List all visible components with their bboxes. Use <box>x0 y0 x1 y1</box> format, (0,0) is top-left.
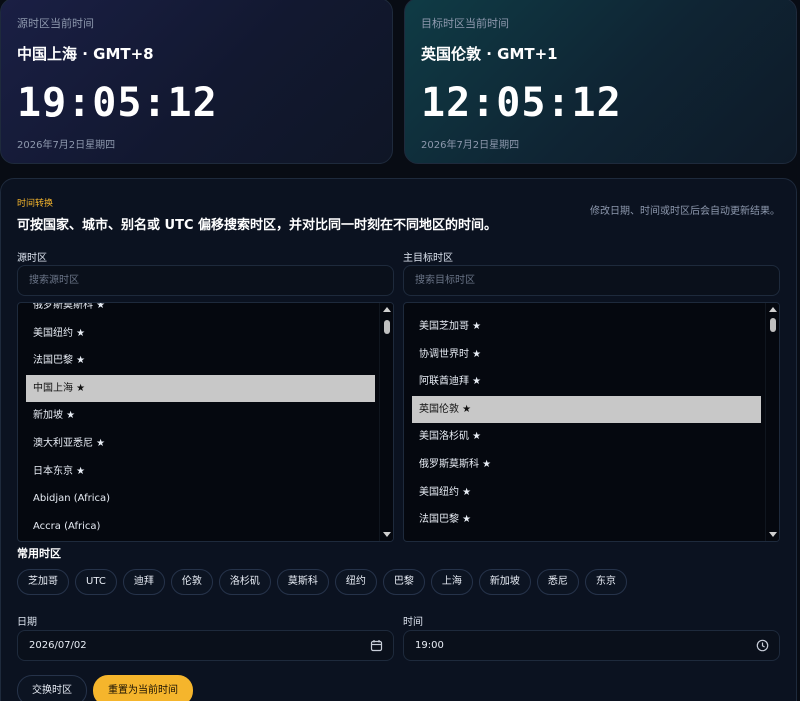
target-list-scrollbar[interactable] <box>765 303 779 541</box>
zone-option[interactable]: 日本东京 ★ <box>26 458 375 486</box>
zone-option[interactable]: 阿联酋迪拜 ★ <box>412 368 761 396</box>
zone-option[interactable]: Abidjan (Africa) <box>26 485 375 513</box>
zone-option[interactable]: 美国纽约 ★ <box>412 479 761 507</box>
zone-option[interactable]: Accra (Africa) <box>26 513 375 541</box>
target-zone-list[interactable]: 美国芝加哥 ★ 协调世界时 ★ 阿联酋迪拜 ★ 英国伦敦 ★ 美国洛杉矶 ★ 俄罗斯莫斯科… <box>403 302 780 542</box>
zone-option[interactable]: 俄罗斯莫斯科 ★ <box>26 303 375 320</box>
common-zones-chips: 芝加哥 UTC 迪拜 伦敦 洛杉矶 莫斯科 纽约 巴黎 上海 新加坡 悉尼 东京 <box>17 569 627 595</box>
date-value: 2026/07/02 <box>29 640 87 651</box>
source-zone-label: 源时区 <box>17 253 47 264</box>
time-label: 时间 <box>403 617 423 628</box>
scroll-down-icon[interactable] <box>383 532 391 537</box>
target-clock-zone: 英国伦敦 · GMT+1 <box>421 45 558 63</box>
zone-chip[interactable]: 悉尼 <box>536 569 579 595</box>
zone-option[interactable]: 法国巴黎 ★ <box>412 506 761 534</box>
target-clock-label: 目标时区当前时间 <box>421 17 509 30</box>
zone-chip[interactable]: UTC <box>75 569 117 595</box>
zone-option[interactable]: 美国芝加哥 ★ <box>412 313 761 341</box>
source-clock-date: 2026年7月2日星期四 <box>17 140 116 151</box>
zone-chip[interactable]: 芝加哥 <box>17 569 69 595</box>
source-search-input[interactable] <box>17 265 394 296</box>
scroll-up-icon[interactable] <box>383 307 391 312</box>
date-input[interactable]: 2026/07/02 <box>17 630 394 661</box>
zone-option[interactable]: 法国巴黎 ★ <box>26 347 375 375</box>
scroll-up-icon[interactable] <box>769 307 777 312</box>
date-label: 日期 <box>17 617 37 628</box>
zone-option[interactable]: 协调世界时 ★ <box>412 341 761 369</box>
scroll-thumb[interactable] <box>770 318 776 332</box>
target-clock-card: 目标时区当前时间 英国伦敦 · GMT+1 12:05:12 2026年7月2日… <box>404 0 797 164</box>
zone-option[interactable]: 新加坡 ★ <box>26 402 375 430</box>
source-clock-time: 19:05:12 <box>17 80 218 126</box>
zone-chip[interactable]: 上海 <box>430 569 473 595</box>
zone-chip[interactable]: 洛杉矶 <box>218 569 271 595</box>
clock-icon[interactable] <box>756 639 769 652</box>
source-clock-card: 源时区当前时间 中国上海 · GMT+8 19:05:12 2026年7月2日星… <box>0 0 393 164</box>
zone-chip[interactable]: 迪拜 <box>122 569 165 595</box>
reset-now-button[interactable]: 重置为当前时间 <box>93 675 193 701</box>
zone-chip[interactable]: 伦敦 <box>170 569 213 595</box>
zone-option[interactable]: 美国纽约 ★ <box>26 320 375 348</box>
section-tag: 时间转换 <box>17 199 54 209</box>
zone-chip[interactable]: 纽约 <box>334 569 377 595</box>
time-input[interactable]: 19:00 <box>403 630 780 661</box>
target-clock-time: 12:05:12 <box>421 80 622 126</box>
zone-option[interactable]: 中国上海 ★ <box>26 374 375 403</box>
source-clock-zone: 中国上海 · GMT+8 <box>17 45 154 63</box>
section-title: 可按国家、城市、别名或 UTC 偏移搜索时区，并对比同一时刻在不同地区的时间。 <box>17 218 498 233</box>
zone-chip[interactable]: 东京 <box>584 569 627 595</box>
calendar-icon[interactable] <box>370 639 383 652</box>
target-search-input[interactable] <box>403 265 780 296</box>
scroll-thumb[interactable] <box>384 320 390 334</box>
scroll-down-icon[interactable] <box>769 532 777 537</box>
source-clock-label: 源时区当前时间 <box>17 17 94 30</box>
target-zone-label: 主目标时区 <box>403 253 453 264</box>
converter-card: 时间转换 可按国家、城市、别名或 UTC 偏移搜索时区，并对比同一时刻在不同地区… <box>0 178 797 701</box>
zone-chip[interactable]: 巴黎 <box>382 569 425 595</box>
source-list-scrollbar[interactable] <box>379 303 393 541</box>
common-zones-label: 常用时区 <box>17 547 61 560</box>
zone-option[interactable]: 俄罗斯莫斯科 ★ <box>412 451 761 479</box>
zone-chip[interactable]: 新加坡 <box>478 569 531 595</box>
zone-option[interactable]: 英国伦敦 ★ <box>412 395 761 424</box>
time-value: 19:00 <box>415 640 444 651</box>
section-hint: 修改日期、时间或时区后会自动更新结果。 <box>590 206 780 217</box>
zone-chip[interactable]: 莫斯科 <box>276 569 329 595</box>
target-clock-date: 2026年7月2日星期四 <box>421 140 520 151</box>
zone-option[interactable]: 美国洛杉矶 ★ <box>412 423 761 451</box>
source-zone-list[interactable]: 俄罗斯莫斯科 ★ 美国纽约 ★ 法国巴黎 ★ 中国上海 ★ 新加坡 ★ 澳大利亚悉尼 ★ 日… <box>17 302 394 542</box>
swap-zones-button[interactable]: 交换时区 <box>17 675 87 701</box>
zone-option[interactable]: 澳大利亚悉尼 ★ <box>26 430 375 458</box>
